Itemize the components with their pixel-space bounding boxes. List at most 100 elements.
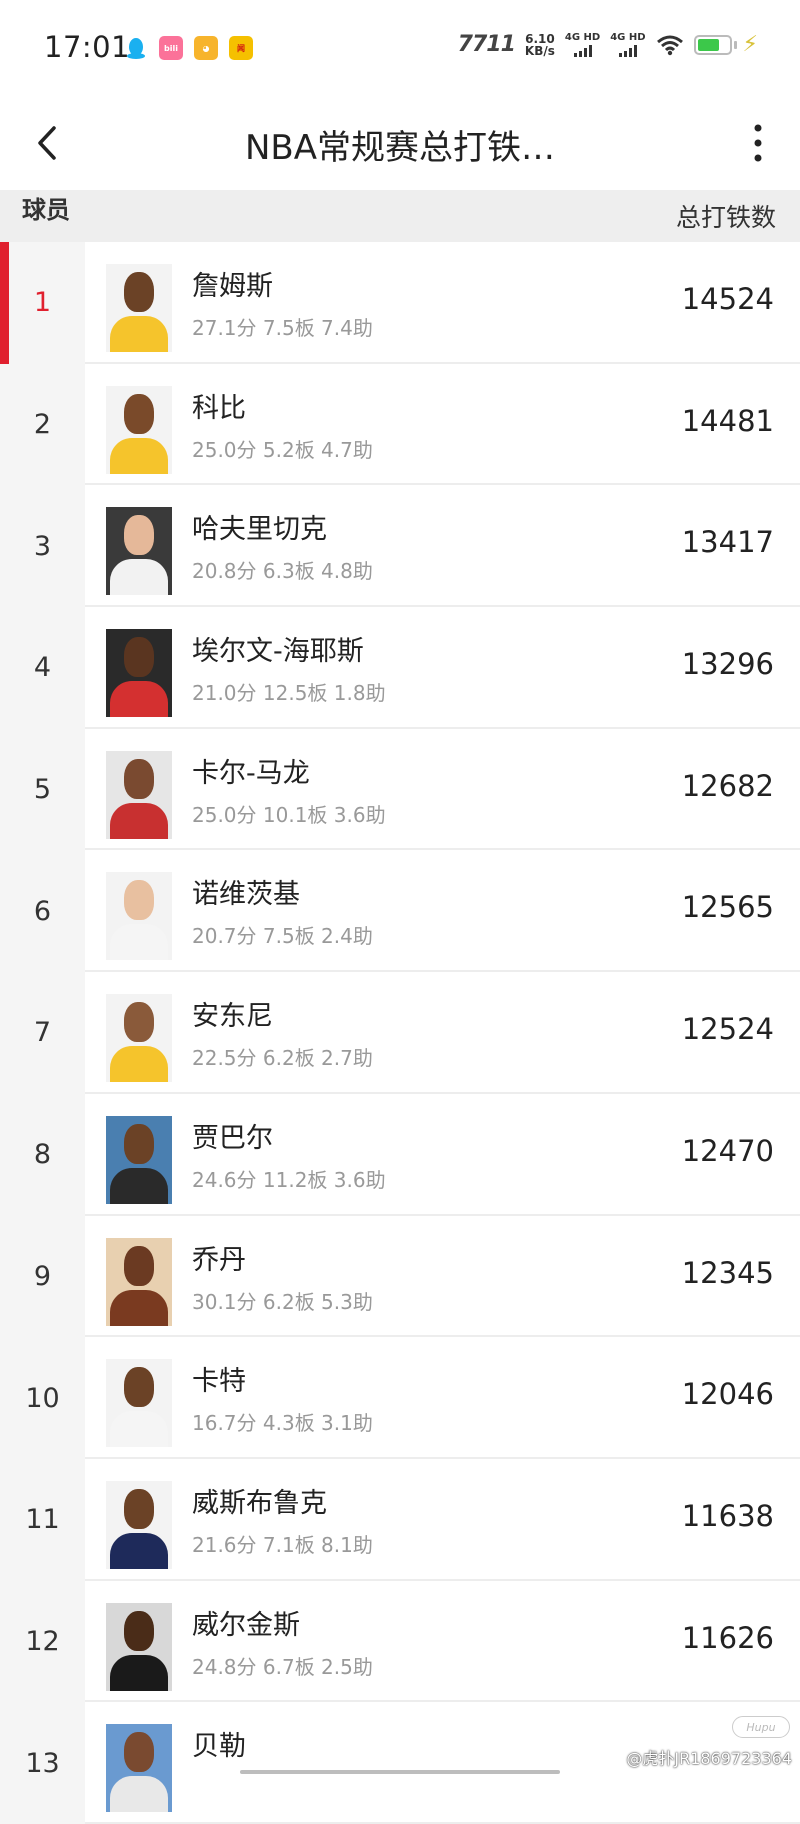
bilibili-icon: bili — [159, 36, 183, 60]
bolt-icon: ⚡ — [742, 32, 758, 57]
avatar-head — [124, 1245, 154, 1286]
avatar-head — [124, 1123, 154, 1164]
stat-value: 12565 — [681, 890, 774, 925]
player-stats: 22.5分 6.2板 2.7助 — [192, 1046, 373, 1071]
avatar-jersey — [110, 802, 168, 839]
player-avatar — [106, 750, 172, 839]
rank-number: 12 — [0, 1580, 85, 1703]
watermark-logo: Hupu — [732, 1716, 790, 1738]
battery-icon — [693, 34, 732, 55]
list-item[interactable]: 3 哈夫里切克 20.8分 6.3板 4.8助 13417 — [0, 485, 800, 608]
stat-value: 13417 — [681, 525, 774, 560]
avatar-head — [124, 1732, 154, 1773]
stat-value: 13296 — [681, 647, 774, 682]
player-name: 贝勒 — [192, 1731, 246, 1763]
stat-value: 12046 — [681, 1377, 774, 1412]
stat-value: 11626 — [681, 1620, 774, 1655]
avatar-jersey — [110, 559, 168, 596]
player-avatar — [106, 1724, 172, 1813]
list-item[interactable]: 9 乔丹 30.1分 6.2板 5.3助 12345 — [0, 1215, 800, 1338]
carrier-logo: 7711 — [457, 32, 516, 57]
status-time: 17:01 — [44, 30, 131, 64]
player-stats: 20.8分 6.3板 4.8助 — [192, 559, 373, 584]
list-item[interactable]: 5 卡尔-马龙 25.0分 10.1板 3.6助 12682 — [0, 728, 800, 851]
qq-icon — [124, 36, 148, 60]
player-avatar — [106, 872, 172, 961]
avatar-head — [124, 1610, 154, 1651]
column-header: 球员 总打铁数 — [0, 190, 800, 242]
rank-number: 5 — [0, 728, 85, 851]
avatar-jersey — [110, 437, 168, 474]
player-name: 詹姆斯 — [192, 271, 273, 302]
player-stats: 21.6分 7.1板 8.1助 — [192, 1532, 373, 1557]
avatar-head — [124, 272, 154, 312]
page-title: NBA常规赛总打铁… — [244, 128, 556, 168]
player-stats: 27.1分 7.5板 7.4助 — [192, 316, 373, 340]
avatar-head — [124, 637, 154, 678]
scroll-indicator — [240, 1770, 560, 1774]
list-item[interactable]: 4 埃尔文-海耶斯 21.0分 12.5板 1.8助 13296 — [0, 607, 800, 729]
player-stats: 25.0分 5.2板 4.7助 — [192, 437, 373, 462]
avatar-jersey — [110, 924, 168, 961]
stat-value: 14481 — [681, 403, 774, 438]
battery-tip — [733, 40, 737, 49]
avatar-jersey — [110, 1167, 168, 1204]
avatar-jersey — [110, 316, 168, 352]
avatar-head — [124, 758, 154, 799]
signal-sim2-icon: 4G HD — [610, 32, 646, 57]
news-icon: 闻 — [229, 36, 253, 60]
column-stat-label[interactable]: 总打铁数 — [676, 198, 776, 234]
status-bar: 17:01 bili ◕ 闻 7711 6.10 KB/s 4G HD 4G H… — [0, 0, 800, 98]
rank-number: 11 — [0, 1458, 85, 1581]
signal-sim1-icon: 4G HD — [565, 32, 600, 57]
list-item[interactable]: 10 卡特 16.7分 4.3板 3.1助 12046 — [0, 1337, 800, 1459]
player-stats: 20.7分 7.5板 2.4助 — [192, 924, 373, 949]
player-name: 乔丹 — [192, 1244, 246, 1276]
player-name: 威尔金斯 — [192, 1609, 300, 1641]
rank-number: 8 — [0, 1093, 85, 1216]
list-item[interactable]: 8 贾巴尔 24.6分 11.2板 3.6助 12470 — [0, 1093, 800, 1216]
player-name: 威斯布鲁克 — [192, 1487, 327, 1519]
stat-value: 12524 — [681, 1012, 774, 1047]
avatar-jersey — [110, 681, 168, 718]
player-avatar — [106, 1115, 172, 1204]
list-item[interactable]: 11 威斯布鲁克 21.6分 7.1板 8.1助 11638 — [0, 1458, 800, 1581]
player-avatar — [106, 1480, 172, 1569]
player-avatar — [106, 1359, 172, 1448]
avatar-head — [124, 393, 154, 434]
player-avatar — [106, 264, 172, 352]
list-item[interactable]: 1 詹姆斯 27.1分 7.5板 7.4助 14524 — [0, 242, 800, 364]
avatar-jersey — [110, 1411, 168, 1448]
avatar-head — [124, 880, 154, 921]
avatar-jersey — [110, 1776, 168, 1813]
player-stats: 24.6分 11.2板 3.6助 — [192, 1167, 386, 1192]
player-stats: 24.8分 6.7板 2.5助 — [192, 1654, 373, 1679]
rank-number: 6 — [0, 850, 85, 973]
net-speed: 6.10 KB/s — [524, 31, 555, 58]
stat-value: 14524 — [681, 282, 774, 316]
player-name: 科比 — [192, 392, 246, 424]
column-player-label: 球员 — [22, 196, 70, 224]
rank-number: 10 — [0, 1337, 85, 1459]
rank-number: 3 — [0, 485, 85, 608]
avatar-jersey — [110, 1289, 168, 1326]
player-stats: 30.1分 6.2板 5.3助 — [192, 1289, 373, 1314]
list-item[interactable]: 2 科比 25.0分 5.2板 4.7助 14481 — [0, 363, 800, 486]
player-name: 卡尔-马龙 — [192, 757, 310, 789]
player-name: 安东尼 — [192, 1001, 273, 1033]
app-header: NBA常规赛总打铁… — [0, 98, 800, 190]
player-avatar — [106, 629, 172, 718]
baidu-icon: ◕ — [194, 36, 218, 60]
more-vertical-icon[interactable] — [746, 118, 770, 168]
rank-number: 13 — [0, 1702, 85, 1824]
rank-number: 4 — [0, 607, 85, 729]
player-name: 贾巴尔 — [192, 1122, 273, 1154]
list-item[interactable]: 7 安东尼 22.5分 6.2板 2.7助 12524 — [0, 972, 800, 1094]
rank-number: 7 — [0, 972, 85, 1094]
rank-number: 9 — [0, 1215, 85, 1338]
list-item[interactable]: 6 诺维茨基 20.7分 7.5板 2.4助 12565 — [0, 850, 800, 973]
player-name: 卡特 — [192, 1366, 246, 1398]
list-item[interactable]: 12 威尔金斯 24.8分 6.7板 2.5助 11626 — [0, 1580, 800, 1703]
avatar-jersey — [110, 1654, 168, 1691]
player-name: 诺维茨基 — [192, 879, 300, 911]
